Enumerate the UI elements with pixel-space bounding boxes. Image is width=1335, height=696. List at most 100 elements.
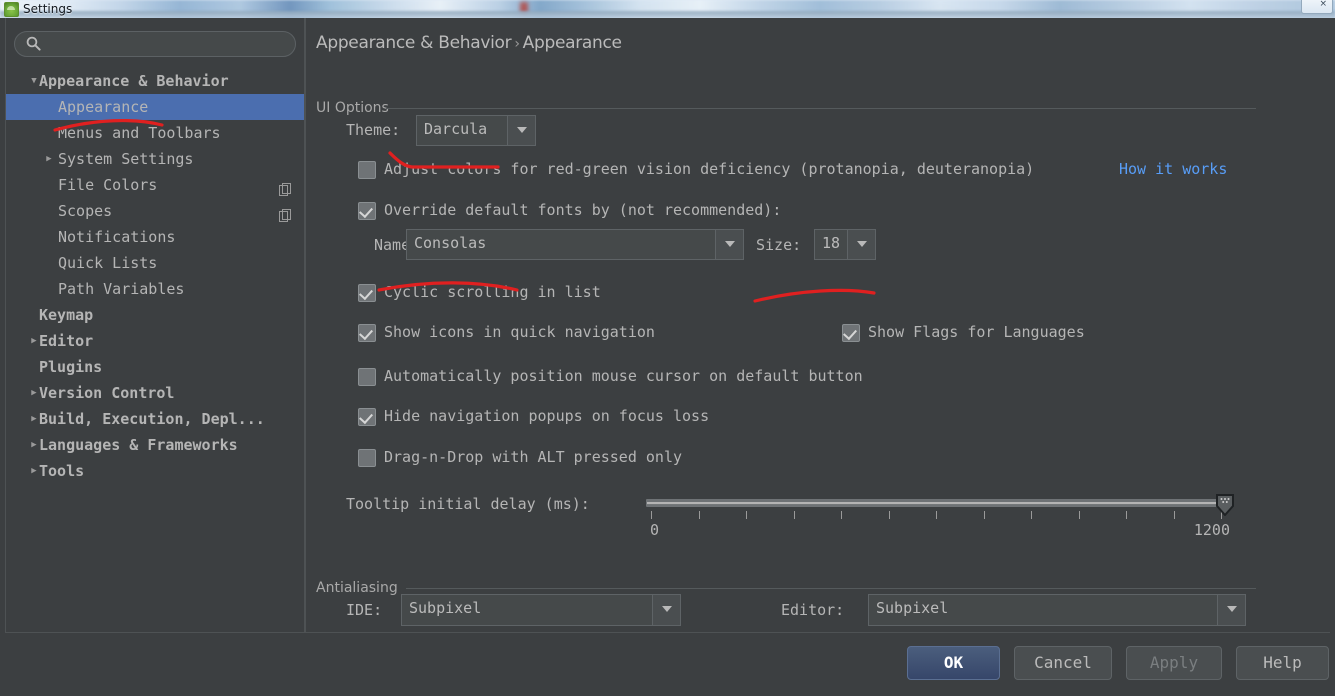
- copy-icon[interactable]: [279, 178, 292, 196]
- adjust-colors-label: Adjust colors for red-green vision defic…: [384, 160, 1035, 178]
- search-input[interactable]: [14, 31, 296, 57]
- tooltip-delay-label: Tooltip initial delay (ms):: [346, 495, 590, 513]
- sidebar-item-label: Menus and Toolbars: [58, 124, 221, 142]
- sidebar-item-path-variables[interactable]: Path Variables: [6, 276, 304, 302]
- sidebar-item-languages-frameworks[interactable]: ▶ Languages & Frameworks: [6, 432, 304, 458]
- sidebar-item-label: File Colors: [58, 176, 158, 194]
- slider-tick: [793, 511, 795, 519]
- sidebar-item-system-settings[interactable]: ▶ System Settings: [6, 146, 304, 172]
- apply-button: Apply: [1126, 646, 1222, 680]
- sidebar-item-plugins[interactable]: Plugins: [6, 354, 304, 380]
- show-flags-label: Show Flags for Languages: [868, 323, 1085, 341]
- sidebar-item-appearance[interactable]: Appearance: [6, 94, 304, 120]
- chevron-down-icon[interactable]: [507, 116, 535, 145]
- ui-options-group-title: UI Options: [316, 100, 389, 116]
- adjust-colors-checkbox[interactable]: [358, 161, 376, 179]
- auto-position-label: Automatically position mouse cursor on d…: [384, 367, 863, 385]
- settings-tree[interactable]: ▼ Appearance & Behavior Appearance Menus an…: [6, 68, 304, 484]
- slider-track[interactable]: [646, 499, 1226, 507]
- sidebar-item-label: Path Variables: [58, 280, 185, 298]
- font-size-label: Size:: [756, 236, 802, 254]
- hide-popups-label: Hide navigation popups on focus loss: [384, 407, 710, 425]
- slider-tick: [651, 511, 652, 519]
- group-divider: [406, 588, 1256, 589]
- show-icons-checkbox[interactable]: [358, 324, 376, 342]
- settings-content-panel: Appearance & Behavior › Appearance UI Opti…: [305, 18, 1330, 633]
- editor-antialiasing-value: Subpixel: [876, 599, 949, 617]
- slider-tick: [698, 511, 700, 519]
- slider-tick: [1126, 511, 1127, 519]
- ok-button[interactable]: OK: [907, 646, 1000, 680]
- window-title-bar: Settings ×: [0, 0, 1335, 18]
- breadcrumb-separator-icon: ›: [514, 36, 520, 52]
- sidebar-item-build-execution-depl[interactable]: ▶ Build, Execution, Depl...: [6, 406, 304, 432]
- chevron-down-icon[interactable]: [847, 230, 875, 259]
- sidebar-item-label: Notifications: [58, 228, 176, 246]
- slider-tick: [983, 511, 985, 519]
- sidebar-item-label: Build, Execution, Depl...: [39, 410, 265, 428]
- help-button[interactable]: Help: [1236, 646, 1329, 680]
- hide-popups-checkbox[interactable]: [358, 408, 376, 426]
- slider-tick: [1031, 511, 1032, 519]
- breadcrumb-parent[interactable]: Appearance & Behavior: [316, 33, 512, 53]
- sidebar-item-quick-lists[interactable]: Quick Lists: [6, 250, 304, 276]
- sidebar-item-notifications[interactable]: Notifications: [6, 224, 304, 250]
- theme-label: Theme:: [346, 121, 401, 139]
- copy-icon[interactable]: [279, 204, 292, 222]
- slider-tick: [936, 511, 937, 519]
- sidebar-item-keymap[interactable]: Keymap: [6, 302, 304, 328]
- sidebar-item-label: System Settings: [58, 150, 194, 168]
- theme-combobox[interactable]: Darcula: [416, 115, 536, 146]
- chevron-down-icon[interactable]: [1217, 595, 1245, 625]
- ide-antialiasing-combobox[interactable]: Subpixel: [401, 594, 681, 626]
- close-button[interactable]: ×: [1301, 0, 1333, 14]
- window-title: Settings: [23, 2, 73, 16]
- slider-tick: [1173, 511, 1175, 519]
- auto-position-checkbox[interactable]: [358, 368, 376, 386]
- cancel-button[interactable]: Cancel: [1014, 646, 1112, 680]
- sidebar-item-label: Keymap: [39, 306, 94, 324]
- android-studio-icon: [4, 2, 19, 17]
- sidebar-item-file-colors[interactable]: File Colors: [6, 172, 304, 198]
- font-name-value: Consolas: [414, 234, 487, 252]
- close-icon: ×: [1319, 0, 1327, 9]
- sidebar-item-menus-and-toolbars[interactable]: Menus and Toolbars: [6, 120, 304, 146]
- chevron-right-icon[interactable]: ▶: [39, 146, 59, 172]
- settings-dialog: ▼ Appearance & Behavior Appearance Menus an…: [0, 18, 1335, 696]
- slider-thumb[interactable]: [1216, 494, 1234, 517]
- sidebar-item-label: Plugins: [39, 358, 103, 376]
- sidebar-item-scopes[interactable]: Scopes: [6, 198, 304, 224]
- drag-drop-label: Drag-n-Drop with ALT pressed only: [384, 448, 683, 466]
- font-name-combobox[interactable]: Consolas: [406, 229, 744, 260]
- ide-antialiasing-value: Subpixel: [409, 599, 482, 617]
- font-size-combobox[interactable]: 18: [814, 229, 876, 260]
- search-field-wrapper[interactable]: [14, 31, 296, 57]
- window-titlebar-shade: [0, 11, 1335, 18]
- sidebar-item-tools[interactable]: ▶ Tools: [6, 458, 304, 484]
- sidebar-item-editor[interactable]: ▶ Editor: [6, 328, 304, 354]
- sidebar-item-label: Version Control: [39, 384, 175, 402]
- editor-antialiasing-combobox[interactable]: Subpixel: [868, 594, 1246, 626]
- sidebar-item-label: Appearance: [58, 98, 149, 116]
- cyclic-scrolling-label: Cyclic scrolling in list: [384, 283, 601, 301]
- slider-max-label: 1200: [1193, 521, 1230, 539]
- chevron-down-icon[interactable]: [715, 230, 743, 259]
- ui-options-group-header: UI Options: [316, 100, 1256, 116]
- sidebar-item-version-control[interactable]: ▶ Version Control: [6, 380, 304, 406]
- show-icons-label: Show icons in quick navigation: [384, 323, 655, 341]
- sidebar-item-label: Languages & Frameworks: [39, 436, 238, 454]
- settings-dialog-screen: Settings × ▼ Appearance & Behavior Appeara…: [0, 0, 1335, 696]
- cyclic-scrolling-checkbox[interactable]: [358, 284, 376, 302]
- sidebar-item-appearance-behavior[interactable]: ▼ Appearance & Behavior: [6, 68, 304, 94]
- sidebar-item-label: Appearance & Behavior: [39, 72, 229, 90]
- chevron-down-icon[interactable]: [652, 595, 680, 625]
- sidebar-item-label: Tools: [39, 462, 85, 480]
- drag-drop-checkbox[interactable]: [358, 449, 376, 467]
- dialog-button-bar: OK Cancel Apply Help: [0, 633, 1335, 696]
- override-fonts-checkbox[interactable]: [358, 202, 376, 220]
- tooltip-delay-slider[interactable]: 0 1200: [646, 493, 1234, 539]
- slider-tick: [841, 511, 842, 519]
- show-flags-checkbox[interactable]: [842, 324, 860, 342]
- group-divider: [386, 108, 1256, 109]
- how-it-works-link[interactable]: How it works: [1119, 160, 1227, 178]
